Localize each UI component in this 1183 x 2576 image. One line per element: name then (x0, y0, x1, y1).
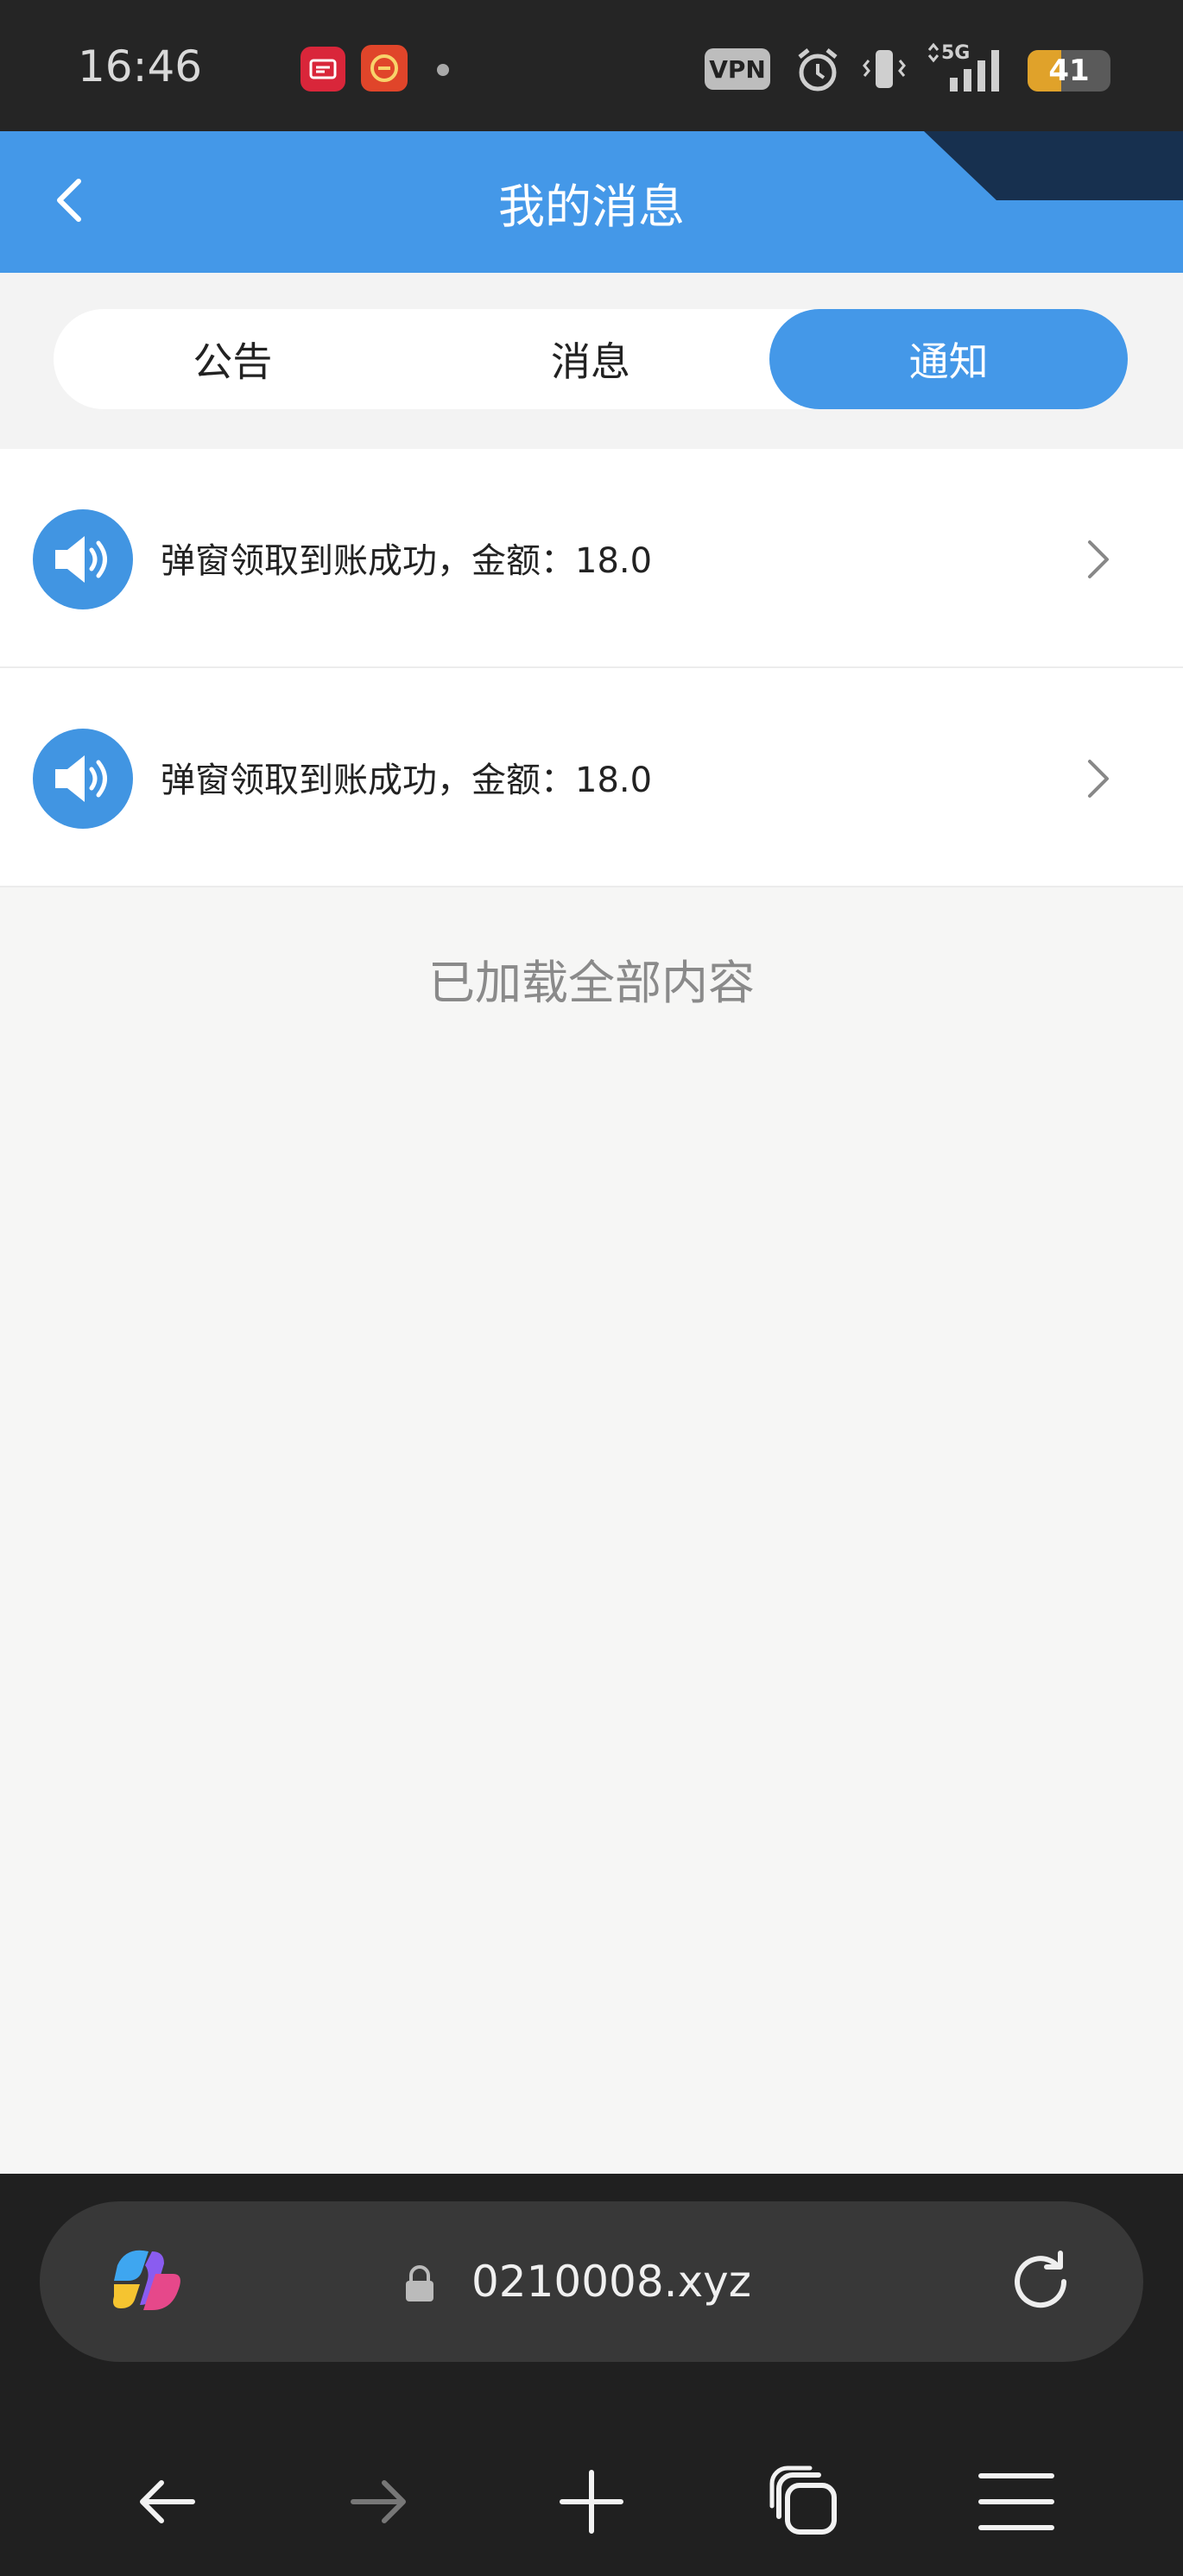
page-title: 我的消息 (498, 179, 685, 234)
notification-app-icon (300, 47, 345, 92)
status-time: 16:46 (78, 41, 203, 92)
vpn-badge: VPN (705, 48, 770, 90)
lock-icon (406, 2265, 433, 2301)
svg-text:5G: 5G (941, 42, 970, 64)
status-bar: 16:46 VPN 5G 41 (0, 0, 1183, 131)
page-header: 我的消息 (0, 131, 1183, 273)
vibrate-icon (858, 45, 910, 98)
new-tab-button[interactable] (548, 2459, 635, 2545)
list-item[interactable]: 弹窗领取到账成功，金额：18.0 (0, 449, 1183, 668)
notification-text: 弹窗领取到账成功，金额：18.0 (161, 541, 653, 581)
notification-list: 弹窗领取到账成功，金额：18.0 弹窗领取到账成功，金额：18.0 (0, 449, 1183, 887)
tabs-button[interactable] (761, 2459, 847, 2545)
signal-icon: 5G (924, 41, 1012, 98)
back-nav-button[interactable] (123, 2459, 210, 2545)
hamburger-menu-icon (978, 2473, 1054, 2530)
taobao-app-icon (361, 45, 408, 92)
tab-bar: 公告 消息 通知 (54, 309, 1129, 409)
tab-announcement[interactable]: 公告 (54, 309, 412, 409)
alarm-icon (793, 45, 843, 98)
battery-level: 41 (1048, 54, 1090, 88)
arrow-left-icon (140, 2480, 195, 2523)
url-text[interactable]: 0210008.xyz (471, 2201, 751, 2362)
chevron-right-icon (1088, 540, 1109, 578)
address-bar[interactable]: 0210008.xyz (40, 2201, 1143, 2362)
tab-messages[interactable]: 消息 (412, 309, 770, 409)
tabs-icon (769, 2466, 837, 2535)
forward-nav-button[interactable] (336, 2459, 422, 2545)
speaker-icon (33, 729, 133, 829)
chevron-left-icon (57, 179, 81, 222)
arrow-right-icon (351, 2480, 406, 2523)
back-button[interactable] (35, 166, 104, 235)
list-item[interactable]: 弹窗领取到账成功，金额：18.0 (0, 668, 1183, 887)
tabs-container: 公告 消息 通知 (0, 273, 1183, 449)
menu-button[interactable] (973, 2459, 1060, 2545)
tab-notifications[interactable]: 通知 (769, 309, 1129, 409)
browser-nav (0, 2433, 1183, 2571)
notification-text: 弹窗领取到账成功，金额：18.0 (161, 761, 653, 800)
reload-icon[interactable] (1003, 2245, 1078, 2319)
browser-bottom-bar: 0210008.xyz (0, 2174, 1183, 2576)
chevron-right-icon (1088, 760, 1109, 798)
copilot-icon[interactable] (102, 2239, 188, 2322)
speaker-icon (33, 509, 133, 609)
plus-icon (560, 2470, 623, 2534)
battery-icon: 41 (1028, 50, 1110, 92)
more-notifications-dot (437, 64, 449, 76)
list-end-text: 已加载全部内容 (428, 956, 755, 1010)
